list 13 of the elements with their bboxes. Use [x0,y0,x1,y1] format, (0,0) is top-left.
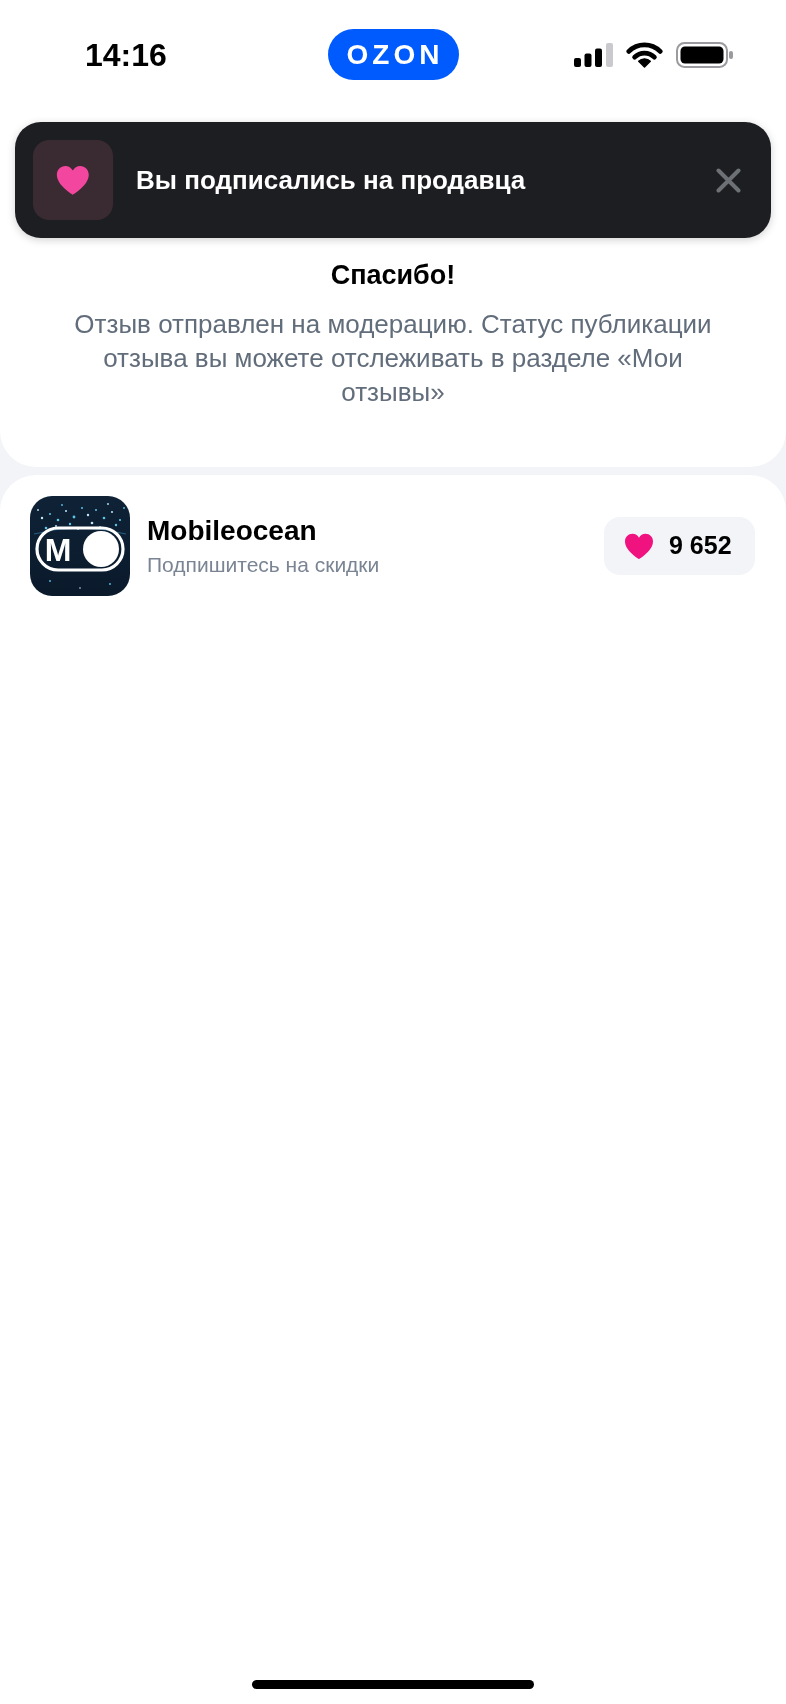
thanks-title: Спасибо! [330,259,456,291]
subscribe-button[interactable]: 9 652 [604,517,755,575]
toast-message: Вы подписались на продавца [136,164,526,196]
seller-name: Mobileocean [147,513,317,548]
battery-icon [676,41,733,68]
status-time: 14:16 [85,35,167,75]
seller-logo: M [30,496,130,596]
moderation-message: Отзыв отправлен на модерацию. Статус публикации отзыва вы можете отслеживать в разделе «Мои отзывы» [73,308,713,409]
close-icon[interactable] [716,167,741,193]
signal-icon [574,42,613,67]
app-badge: OZON [327,29,459,80]
wifi-icon [626,41,663,68]
seller-subtitle: Подпишитесь на скидки [147,551,380,578]
